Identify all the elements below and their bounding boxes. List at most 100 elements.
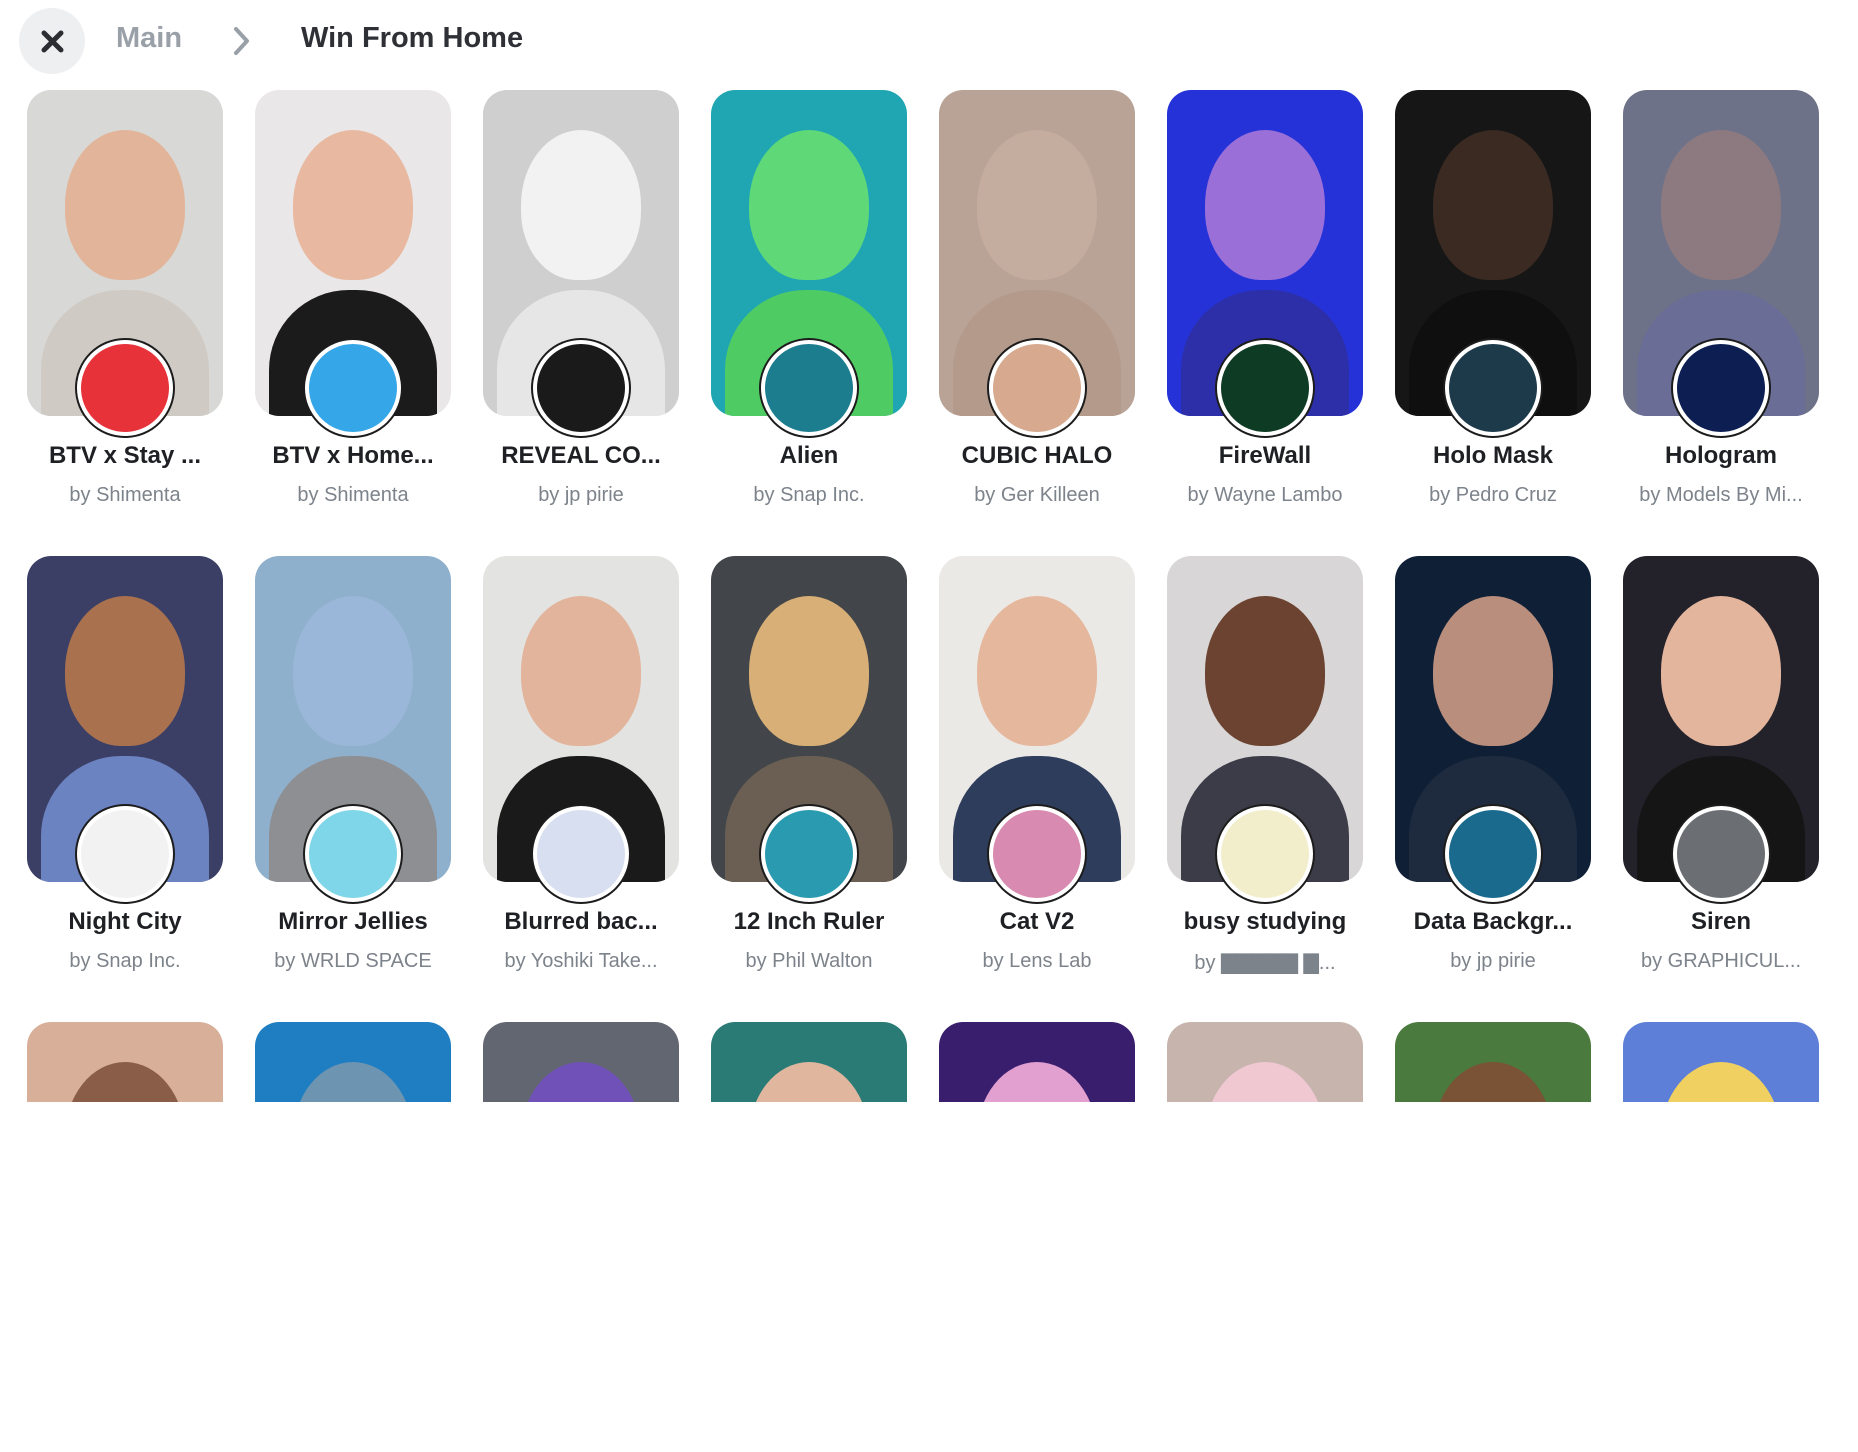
- thumbnail-face: [1205, 130, 1325, 280]
- lens-card[interactable]: Holo Mask by Pedro Cruz: [1395, 90, 1591, 520]
- lens-card[interactable]: CUBIC HALO by Ger Killeen: [939, 90, 1135, 520]
- lens-author: by WRLD SPACE: [274, 950, 432, 972]
- lens-card[interactable]: Alien by Snap Inc.: [711, 90, 907, 520]
- lens-card[interactable]: busy studying by ▇▇▇▇▇ ▇...: [1167, 556, 1363, 986]
- lens-card[interactable]: BTV x Stay ... by Shimenta: [27, 90, 223, 520]
- chevron-right-icon: [234, 27, 249, 55]
- lens-card[interactable]: REVEAL CO... by jp pirie: [483, 90, 679, 520]
- lens-icon-badge: [1445, 340, 1541, 436]
- thumbnail-face: [1661, 130, 1781, 280]
- lens-icon-badge: [533, 340, 629, 436]
- lens-card[interactable]: [711, 1022, 907, 1452]
- lens-author: by jp pirie: [538, 484, 624, 506]
- lens-card[interactable]: Siren by GRAPHICUL...: [1623, 556, 1819, 986]
- lens-thumbnail[interactable]: [939, 1022, 1135, 1102]
- breadcrumb-current: Win From Home: [301, 22, 524, 54]
- thumbnail-face: [749, 1062, 869, 1102]
- thumbnail-face: [65, 1062, 185, 1102]
- lens-thumbnail[interactable]: [1395, 1022, 1591, 1102]
- lens-author: by Snap Inc.: [753, 484, 865, 506]
- lens-author: by jp pirie: [1450, 950, 1536, 972]
- lens-title: Alien: [779, 442, 839, 469]
- lens-icon-badge: [761, 340, 857, 436]
- lens-card[interactable]: [483, 1022, 679, 1452]
- lens-author: by Phil Walton: [745, 950, 873, 972]
- lens-icon-badge: [77, 340, 173, 436]
- lens-icon-badge: [305, 806, 401, 902]
- breadcrumb-main[interactable]: Main: [116, 22, 182, 55]
- lens-title: Holo Mask: [1432, 442, 1554, 469]
- thumbnail-face: [65, 130, 185, 280]
- lens-card[interactable]: Night City by Snap Inc.: [27, 556, 223, 986]
- lens-card[interactable]: Blurred bac... by Yoshiki Take...: [483, 556, 679, 986]
- lens-icon-badge: [1673, 806, 1769, 902]
- lens-author: by Snap Inc.: [69, 950, 181, 972]
- lens-author: by GRAPHICUL...: [1640, 950, 1802, 972]
- lens-card[interactable]: Cat V2 by Lens Lab: [939, 556, 1135, 986]
- close-button[interactable]: [19, 8, 85, 74]
- lens-title: REVEAL CO...: [501, 442, 661, 469]
- lens-icon-badge: [1217, 340, 1313, 436]
- thumbnail-face: [1661, 596, 1781, 746]
- thumbnail-face: [749, 596, 869, 746]
- thumbnail-face: [977, 1062, 1097, 1102]
- lens-title: CUBIC HALO: [961, 442, 1113, 469]
- thumbnail-face: [1205, 596, 1325, 746]
- lens-card[interactable]: [1395, 1022, 1591, 1452]
- lens-card[interactable]: [255, 1022, 451, 1452]
- thumbnail-face: [1433, 596, 1553, 746]
- lens-card[interactable]: BTV x Home... by Shimenta: [255, 90, 451, 520]
- lens-thumbnail[interactable]: [711, 1022, 907, 1102]
- thumbnail-face: [977, 596, 1097, 746]
- lens-card[interactable]: FireWall by Wayne Lambo: [1167, 90, 1363, 520]
- lens-author: by Shimenta: [69, 484, 181, 506]
- lens-card[interactable]: 12 Inch Ruler by Phil Walton: [711, 556, 907, 986]
- lens-card[interactable]: [27, 1022, 223, 1452]
- lens-icon-badge: [761, 806, 857, 902]
- lens-title: Cat V2: [999, 908, 1075, 935]
- thumbnail-face: [293, 130, 413, 280]
- lens-icon-badge: [989, 806, 1085, 902]
- lens-author: by Wayne Lambo: [1187, 484, 1343, 506]
- lens-thumbnail[interactable]: [1167, 1022, 1363, 1102]
- thumbnail-face: [293, 596, 413, 746]
- lens-author: by Pedro Cruz: [1429, 484, 1557, 506]
- lens-card[interactable]: Hologram by Models By Mi...: [1623, 90, 1819, 520]
- lens-title: BTV x Stay ...: [48, 442, 202, 469]
- thumbnail-face: [521, 130, 641, 280]
- lens-card[interactable]: Mirror Jellies by WRLD SPACE: [255, 556, 451, 986]
- lens-author: by ▇▇▇▇▇ ▇...: [1194, 952, 1336, 974]
- lens-author: by Models By Mi...: [1639, 484, 1803, 506]
- thumbnail-face: [521, 596, 641, 746]
- thumbnail-face: [65, 596, 185, 746]
- lens-thumbnail[interactable]: [27, 1022, 223, 1102]
- lens-title: 12 Inch Ruler: [733, 908, 885, 935]
- lens-title: Siren: [1690, 908, 1752, 935]
- lens-thumbnail[interactable]: [1623, 1022, 1819, 1102]
- lens-author: by Ger Killeen: [974, 484, 1100, 506]
- lens-icon-badge: [533, 806, 629, 902]
- lens-author: by Shimenta: [297, 484, 409, 506]
- lens-title: Data Backgr...: [1413, 908, 1573, 935]
- lens-card[interactable]: [1167, 1022, 1363, 1452]
- thumbnail-face: [521, 1062, 641, 1102]
- lens-title: Night City: [68, 908, 182, 935]
- lens-icon-badge: [1445, 806, 1541, 902]
- lens-icon-badge: [77, 806, 173, 902]
- lens-icon-badge: [1673, 340, 1769, 436]
- lens-title: Hologram: [1664, 442, 1777, 469]
- thumbnail-face: [1205, 1062, 1325, 1102]
- lens-thumbnail[interactable]: [483, 1022, 679, 1102]
- thumbnail-face: [1661, 1062, 1781, 1102]
- lens-icon-badge: [305, 340, 401, 436]
- lens-card[interactable]: [939, 1022, 1135, 1452]
- lens-author: by Yoshiki Take...: [504, 950, 658, 972]
- thumbnail-face: [293, 1062, 413, 1102]
- thumbnail-face: [977, 130, 1097, 280]
- lens-title: Mirror Jellies: [278, 908, 428, 935]
- thumbnail-face: [1433, 130, 1553, 280]
- lens-author: by Lens Lab: [982, 950, 1092, 972]
- lens-card[interactable]: [1623, 1022, 1819, 1452]
- lens-card[interactable]: Data Backgr... by jp pirie: [1395, 556, 1591, 986]
- lens-thumbnail[interactable]: [255, 1022, 451, 1102]
